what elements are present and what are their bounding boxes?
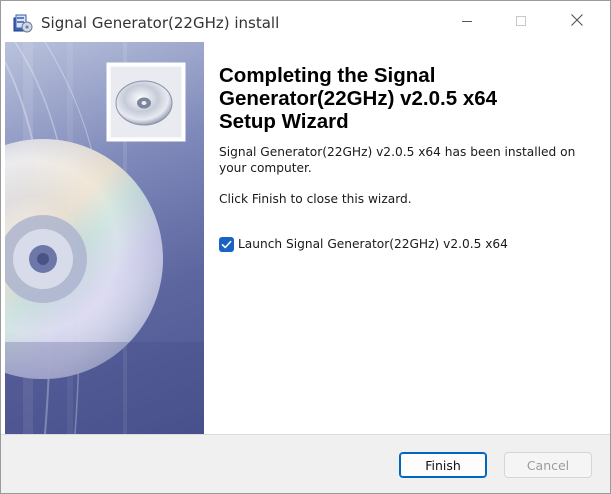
cd-disc-banner (5, 42, 204, 434)
heading-line: Setup Wizard (219, 110, 349, 133)
heading-line: Generator(22GHz) v2.0.5 x64 (219, 87, 498, 110)
launch-option[interactable]: Launch Signal Generator(22GHz) v2.0.5 x6… (219, 236, 508, 252)
title-bar[interactable]: Signal Generator(22GHz) install (1, 1, 610, 42)
installer-app-icon (12, 12, 34, 34)
button-bar: Finish Cancel (1, 434, 610, 493)
wizard-heading: Completing the Signal Generator(22GHz) v… (219, 64, 599, 133)
installer-window: Signal Generator(22GHz) install Completi… (0, 0, 611, 494)
checkmark-icon (221, 235, 232, 254)
cancel-button: Cancel (504, 452, 592, 478)
finish-button[interactable]: Finish (399, 452, 487, 478)
wizard-content: Completing the Signal Generator(22GHz) v… (204, 42, 608, 434)
minimize-button[interactable] (444, 1, 490, 42)
heading-line: Completing the Signal (219, 64, 436, 87)
maximize-icon (515, 12, 527, 31)
maximize-button (498, 1, 544, 42)
window-title: Signal Generator(22GHz) install (41, 14, 280, 32)
minimize-icon (461, 12, 473, 31)
close-button[interactable] (554, 1, 600, 42)
launch-checkbox[interactable] (219, 235, 234, 254)
install-description: Signal Generator(22GHz) v2.0.5 x64 has b… (219, 145, 576, 175)
launch-checkbox-label[interactable]: Launch Signal Generator(22GHz) v2.0.5 x6… (238, 237, 508, 251)
close-hint-text: Click Finish to close this wizard. (219, 192, 412, 206)
close-icon (570, 12, 584, 31)
